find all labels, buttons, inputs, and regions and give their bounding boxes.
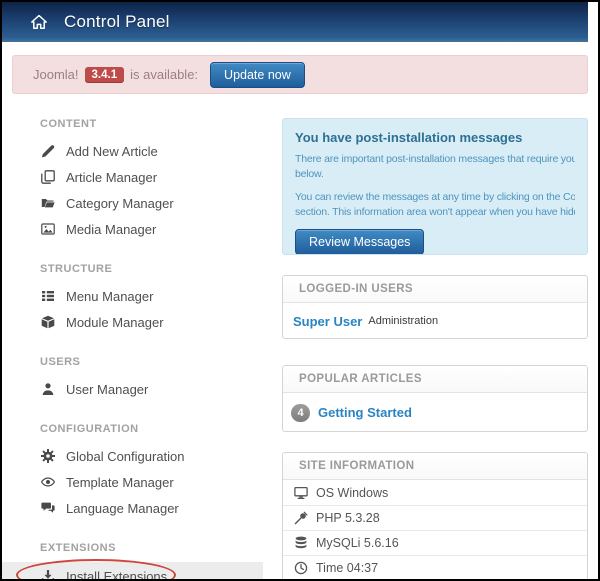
admin-sidebar: CONTENT Add New Article Article Manager: [12, 108, 265, 581]
info-panel-text: section. This information area won't app…: [295, 205, 575, 220]
site-info-row-os: OS Windows: [283, 480, 587, 505]
user-scope-label: Administration: [368, 315, 438, 327]
site-info-row-database: MySQLi 5.6.16: [283, 530, 587, 555]
logged-in-user-row: Super User Administration: [283, 303, 587, 339]
super-user-link[interactable]: Super User: [293, 314, 362, 329]
sidebar-group-content: CONTENT: [40, 118, 265, 130]
sidebar-item-label: Media Manager: [66, 222, 156, 237]
sidebar-item-article-manager[interactable]: Article Manager: [12, 164, 265, 190]
folder-open-icon: [40, 196, 56, 210]
sidebar-item-category-manager[interactable]: Category Manager: [12, 190, 265, 216]
sidebar-group-extensions: EXTENSIONS: [40, 542, 265, 554]
cube-icon: [40, 315, 56, 329]
info-panel-text: You can review the messages at any time …: [295, 190, 575, 205]
monitor-icon: [293, 486, 308, 500]
site-info-label: PHP 5.3.28: [316, 511, 380, 525]
download-icon: [40, 569, 56, 581]
sidebar-item-label: Article Manager: [66, 170, 157, 185]
sidebar-group-structure: STRUCTURE: [40, 263, 265, 275]
site-info-label: MySQLi 5.6.16: [316, 536, 399, 550]
post-installation-panel: You have post-installation messages Ther…: [282, 118, 588, 255]
sidebar-item-module-manager[interactable]: Module Manager: [12, 309, 265, 335]
sidebar-item-label: Global Configuration: [66, 449, 185, 464]
panel-header: SITE INFORMATION: [283, 453, 587, 480]
info-panel-text: below.: [295, 167, 575, 182]
user-icon: [40, 382, 56, 396]
sidebar-item-label: Language Manager: [66, 501, 179, 516]
sidebar-item-menu-manager[interactable]: Menu Manager: [12, 283, 265, 309]
site-info-label: Time 04:37: [316, 561, 378, 575]
update-notice: Joomla! 3.4.1 is available: Update now: [12, 55, 588, 94]
sidebar-item-media-manager[interactable]: Media Manager: [12, 216, 265, 242]
sidebar-item-user-manager[interactable]: User Manager: [12, 376, 265, 402]
copy-pages-icon: [40, 170, 56, 184]
admin-header: Control Panel: [2, 2, 588, 42]
plug-icon: [293, 511, 308, 525]
sidebar-item-label: Install Extensions: [66, 569, 167, 581]
review-messages-button[interactable]: Review Messages: [295, 229, 424, 255]
article-link[interactable]: Getting Started: [318, 405, 412, 420]
sidebar-item-template-manager[interactable]: Template Manager: [12, 469, 265, 495]
eye-icon: [40, 475, 56, 489]
info-panel-title: You have post-installation messages: [295, 130, 575, 145]
sidebar-item-label: User Manager: [66, 382, 148, 397]
clock-icon: [293, 561, 308, 575]
sidebar-item-label: Category Manager: [66, 196, 174, 211]
popular-articles-panel: POPULAR ARTICLES 4 Getting Started: [282, 365, 588, 432]
update-now-button[interactable]: Update now: [210, 62, 305, 88]
panel-header: POPULAR ARTICLES: [283, 366, 587, 393]
sidebar-item-language-manager[interactable]: Language Manager: [12, 495, 265, 521]
hits-count-badge: 4: [291, 404, 310, 422]
site-info-row-php: PHP 5.3.28: [283, 505, 587, 530]
update-suffix: is available:: [130, 67, 198, 82]
update-prefix: Joomla!: [33, 67, 79, 82]
gear-icon: [40, 449, 56, 463]
comments-icon: [40, 501, 56, 515]
database-icon: [293, 536, 308, 550]
sidebar-item-label: Module Manager: [66, 315, 164, 330]
home-icon[interactable]: [30, 14, 48, 30]
sidebar-item-install-extensions[interactable]: Install Extensions: [2, 562, 263, 581]
pencil-icon: [40, 144, 56, 158]
sidebar-item-add-new-article[interactable]: Add New Article: [12, 138, 265, 164]
sidebar-item-label: Add New Article: [66, 144, 158, 159]
version-badge: 3.4.1: [85, 67, 125, 83]
image-icon: [40, 222, 56, 236]
popular-article-row: 4 Getting Started: [283, 393, 587, 432]
page-title: Control Panel: [64, 12, 170, 32]
site-info-label: OS Windows: [316, 486, 388, 500]
list-icon: [40, 289, 56, 303]
sidebar-item-label: Menu Manager: [66, 289, 153, 304]
sidebar-group-users: USERS: [40, 356, 265, 368]
panel-header: LOGGED-IN USERS: [283, 276, 587, 303]
site-info-row-time: Time 04:37: [283, 555, 587, 580]
sidebar-item-global-configuration[interactable]: Global Configuration: [12, 443, 265, 469]
info-panel-text: There are important post-installation me…: [295, 152, 575, 167]
logged-in-users-panel: LOGGED-IN USERS Super User Administratio…: [282, 275, 588, 339]
sidebar-group-configuration: CONFIGURATION: [40, 423, 265, 435]
sidebar-item-label: Template Manager: [66, 475, 174, 490]
screenshot-frame: Control Panel Joomla! 3.4.1 is available…: [0, 0, 600, 581]
site-information-panel: SITE INFORMATION OS Windows PHP 5.3.28: [282, 452, 588, 581]
